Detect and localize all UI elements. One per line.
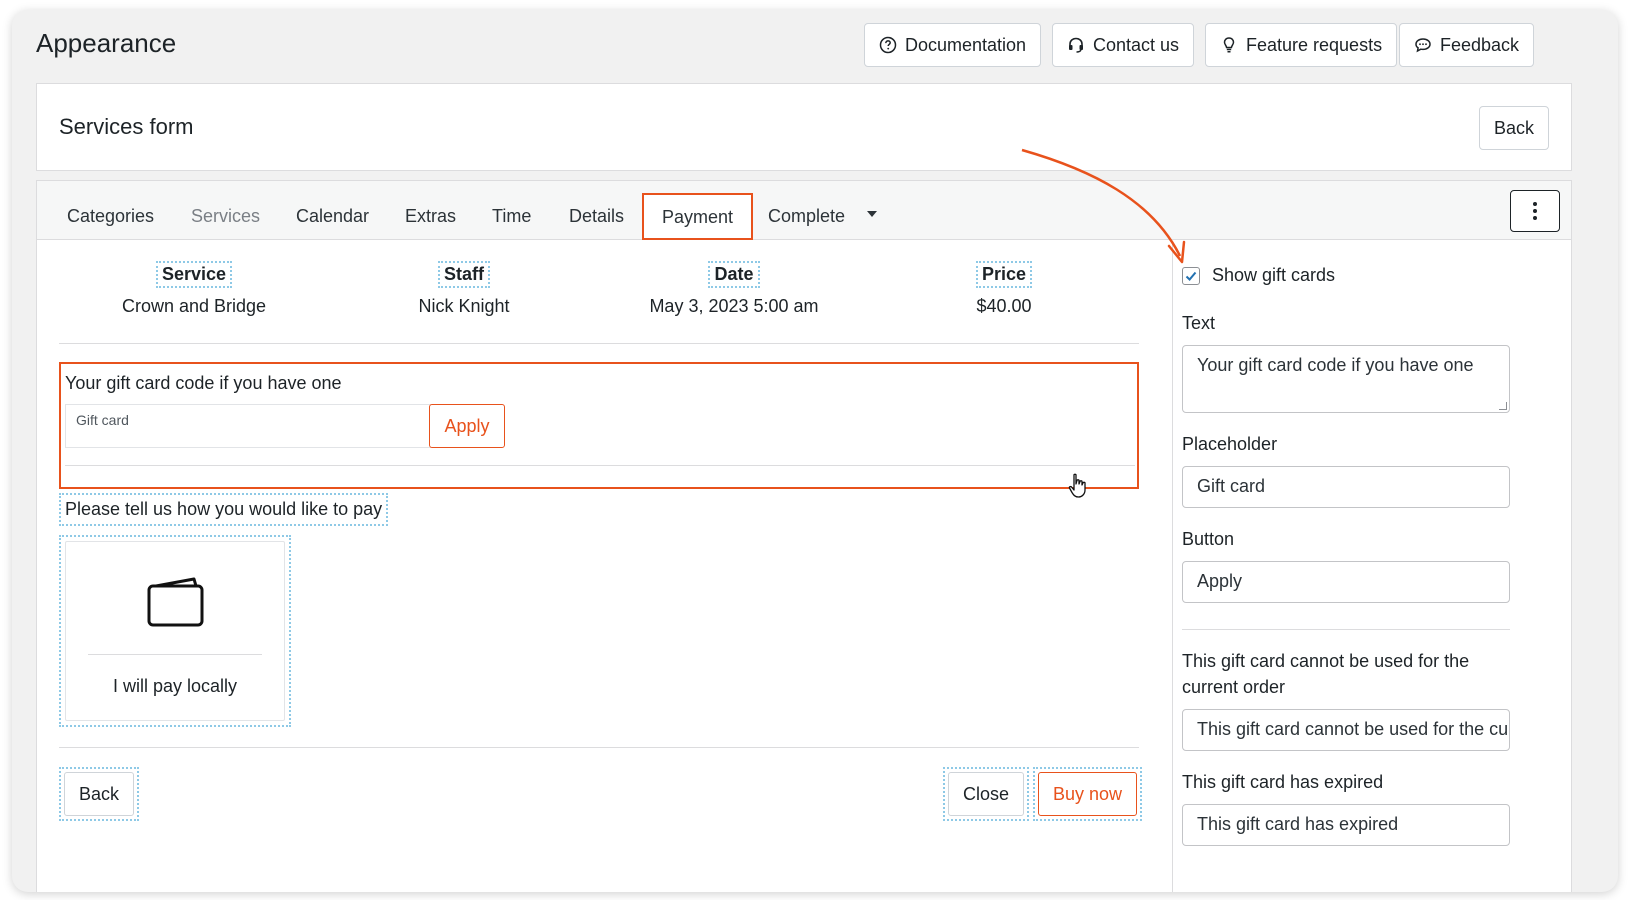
footer-buy-wrapper: Buy now — [1033, 767, 1143, 821]
form-title: Services form — [59, 114, 194, 139]
checkmark-icon — [1185, 271, 1197, 281]
settings-divider — [1182, 629, 1510, 630]
tab-categories[interactable]: Categories — [67, 206, 154, 227]
placeholder-setting-input[interactable]: Gift card — [1182, 466, 1510, 508]
cannot-use-setting-label: This gift card cannot be used for the cu… — [1182, 651, 1470, 697]
gift-card-divider — [65, 465, 1135, 466]
summary-service-value: Crown and Bridge — [121, 296, 267, 316]
payment-option-label: I will pay locally — [112, 676, 238, 696]
kebab-dot-icon — [1533, 209, 1537, 213]
page-title: Appearance — [36, 28, 177, 58]
lightbulb-icon — [1223, 37, 1235, 53]
tab-complete[interactable]: Complete — [768, 206, 845, 227]
summary-price: Price $40.00 — [944, 261, 1064, 317]
tab-details[interactable]: Details — [569, 206, 624, 227]
text-setting-textarea[interactable]: Your gift card code if you have one — [1182, 345, 1510, 413]
headset-icon — [1069, 37, 1083, 53]
footer-close-wrapper: Close — [943, 767, 1030, 821]
summary-price-value: $40.00 — [976, 296, 1032, 316]
footer-back-wrapper: Back — [59, 767, 140, 821]
cannot-use-setting-input[interactable]: This gift card cannot be used for the cu… — [1182, 709, 1510, 751]
tab-extras[interactable]: Extras — [405, 206, 456, 227]
tab-time[interactable]: Time — [492, 206, 531, 227]
app-window: Appearance Documentation Contact us Feat… — [12, 10, 1618, 892]
summary-date-value: May 3, 2023 5:00 am — [649, 296, 819, 316]
tab-services[interactable]: Services — [191, 206, 260, 227]
footer-close-button[interactable]: Close — [948, 772, 1025, 816]
tabs-dropdown-caret-icon[interactable] — [867, 211, 877, 217]
footer-back-button[interactable]: Back — [64, 772, 135, 816]
payment-option-wrapper: I will pay locally — [59, 535, 291, 727]
summary-staff-label[interactable]: Staff — [438, 261, 490, 288]
services-form-header: Services form Back — [36, 83, 1572, 171]
placeholder-setting-label: Placeholder — [1182, 434, 1278, 454]
form-editor-card: Categories Services Calendar Extras Time… — [36, 180, 1572, 892]
text-setting-label: Text — [1182, 313, 1216, 333]
footer-divider — [59, 747, 1139, 748]
show-gift-cards-label: Show gift cards — [1212, 265, 1336, 285]
text-setting-value: Your gift card code if you have one — [1197, 355, 1474, 375]
wallet-icon — [147, 577, 204, 627]
summary-price-label[interactable]: Price — [975, 261, 1033, 288]
payment-prompt[interactable]: Please tell us how you would like to pay — [59, 493, 389, 526]
summary-service-label[interactable]: Service — [155, 261, 233, 288]
feedback-label: Feedback — [1440, 34, 1520, 55]
kebab-dot-icon — [1533, 202, 1537, 206]
feature-requests-button[interactable]: Feature requests — [1205, 23, 1398, 67]
chat-bubble-icon — [1415, 38, 1431, 53]
documentation-button[interactable]: Documentation — [864, 23, 1042, 67]
more-options-button[interactable] — [1510, 190, 1560, 232]
payment-option-local[interactable]: I will pay locally — [65, 541, 285, 721]
button-setting-input[interactable]: Apply — [1182, 561, 1510, 603]
header-back-button[interactable]: Back — [1478, 106, 1549, 150]
show-gift-cards-checkbox[interactable] — [1182, 266, 1200, 285]
kebab-dot-icon — [1533, 216, 1537, 220]
show-gift-cards-row[interactable]: Show gift cards — [1182, 265, 1335, 286]
gift-card-input[interactable]: Gift card — [65, 404, 431, 448]
tab-calendar[interactable]: Calendar — [296, 206, 369, 227]
tab-payment[interactable]: Payment — [642, 193, 754, 240]
summary-service: Service Crown and Bridge — [94, 261, 294, 317]
settings-panel-divider — [1172, 241, 1173, 892]
question-circle-icon — [879, 36, 897, 54]
resize-handle-icon[interactable] — [1499, 402, 1507, 410]
payment-option-divider — [88, 654, 262, 655]
summary-staff-value: Nick Knight — [418, 296, 510, 316]
buy-now-button[interactable]: Buy now — [1038, 772, 1138, 816]
step-tabs: Categories Services Calendar Extras Time… — [37, 181, 1571, 240]
gift-card-apply-button[interactable]: Apply — [429, 404, 505, 448]
expired-setting-label: This gift card has expired — [1182, 772, 1384, 792]
summary-staff: Staff Nick Knight — [374, 261, 554, 317]
expired-setting-input[interactable]: This gift card has expired — [1182, 804, 1510, 846]
documentation-label: Documentation — [905, 34, 1027, 55]
contact-us-button[interactable]: Contact us — [1052, 23, 1195, 67]
feedback-button[interactable]: Feedback — [1399, 23, 1535, 67]
button-setting-label: Button — [1182, 529, 1235, 549]
contact-us-label: Contact us — [1093, 34, 1180, 55]
feature-requests-label: Feature requests — [1246, 34, 1383, 55]
summary-date: Date May 3, 2023 5:00 am — [624, 261, 844, 317]
gift-card-section[interactable]: Your gift card code if you have one Gift… — [59, 362, 1139, 489]
gift-card-text: Your gift card code if you have one — [65, 373, 342, 393]
hand-pointer-cursor-icon — [1068, 473, 1086, 498]
summary-date-label[interactable]: Date — [708, 261, 760, 288]
summary-divider — [59, 343, 1139, 344]
